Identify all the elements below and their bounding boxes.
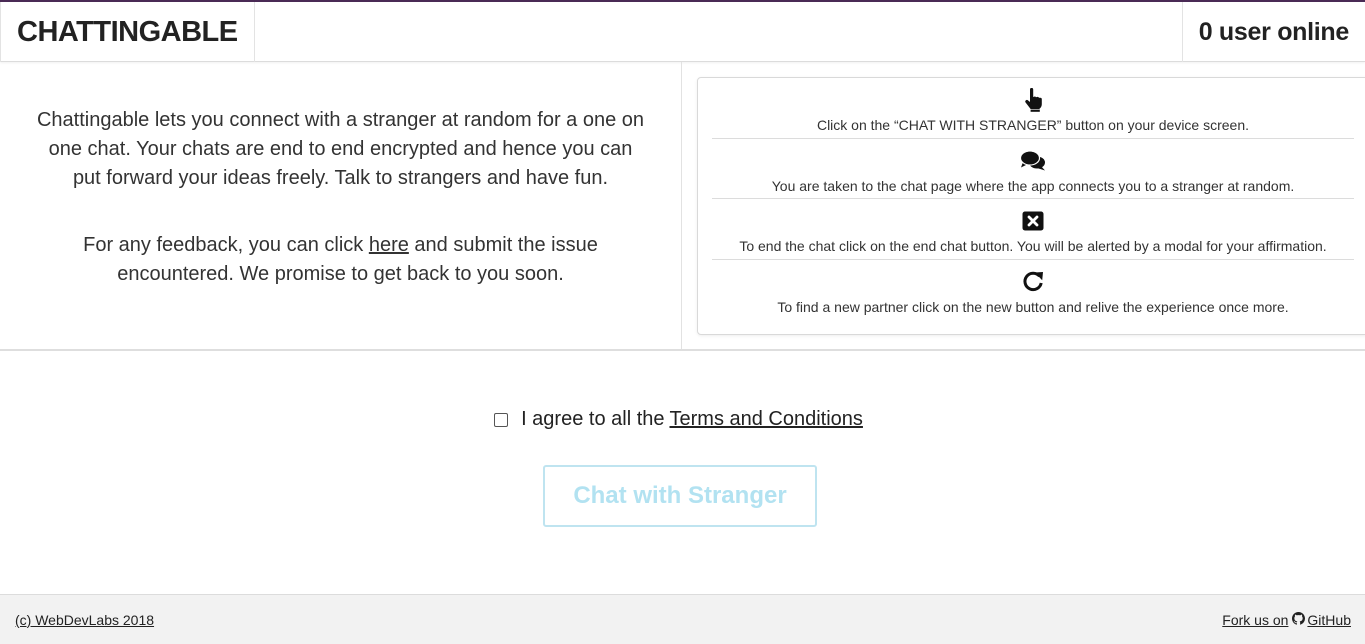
hand-pointer-icon (712, 87, 1354, 113)
step-text: To find a new partner click on the new b… (777, 298, 1289, 315)
page: CHATTINGABLE 0 user online Chattingable … (0, 0, 1365, 644)
intro-text: Chattingable lets you connect with a str… (36, 109, 645, 189)
close-box-icon (712, 208, 1354, 234)
github-fork-link[interactable]: Fork us on GitHub (1222, 611, 1351, 628)
step-item: To find a new partner click on the new b… (712, 260, 1354, 321)
refresh-icon (712, 269, 1354, 295)
github-label: GitHub (1307, 611, 1351, 628)
step-text: Click on the “CHAT WITH STRANGER” button… (816, 117, 1250, 133)
feedback-here-link[interactable]: here (369, 234, 409, 256)
terms-label: I agree to all the (521, 408, 665, 430)
online-user-count: 0 user online (1181, 2, 1365, 62)
about-panel: Chattingable lets you connect with a str… (0, 62, 682, 349)
comments-icon (712, 148, 1354, 174)
feedback-text: For any feedback, you can click here and… (36, 231, 645, 289)
step-item: You are taken to the chat page where the… (712, 139, 1354, 199)
terms-checkbox[interactable] (494, 412, 509, 427)
how-it-works-card: Click on the “CHAT WITH STRANGER” button… (697, 77, 1365, 335)
step-item: To end the chat click on the end chat bu… (712, 199, 1354, 260)
step-item: Click on the “CHAT WITH STRANGER” button… (712, 78, 1354, 139)
step-text: You are taken to the chat page where the… (771, 177, 1295, 194)
top-navbar: CHATTINGABLE 0 user online (0, 0, 1365, 62)
copyright-link[interactable]: (c) WebDevLabs 2018 (15, 612, 154, 628)
footer: (c) WebDevLabs 2018 Fork us on GitHub (0, 594, 1365, 644)
chat-with-stranger-button[interactable]: Chat with Stranger (543, 465, 817, 527)
info-section: Chattingable lets you connect with a str… (0, 62, 1365, 351)
feedback-text-before: For any feedback, you can click (83, 234, 369, 256)
brand-logo-link[interactable]: CHATTINGABLE (0, 2, 255, 62)
terms-link[interactable]: Terms and Conditions (670, 408, 863, 431)
terms-consent: I agree to all the Terms and Conditions (0, 408, 1365, 431)
github-icon (1292, 611, 1306, 628)
step-text: To end the chat click on the end chat bu… (739, 238, 1327, 254)
fork-prefix: Fork us on (1222, 611, 1289, 628)
